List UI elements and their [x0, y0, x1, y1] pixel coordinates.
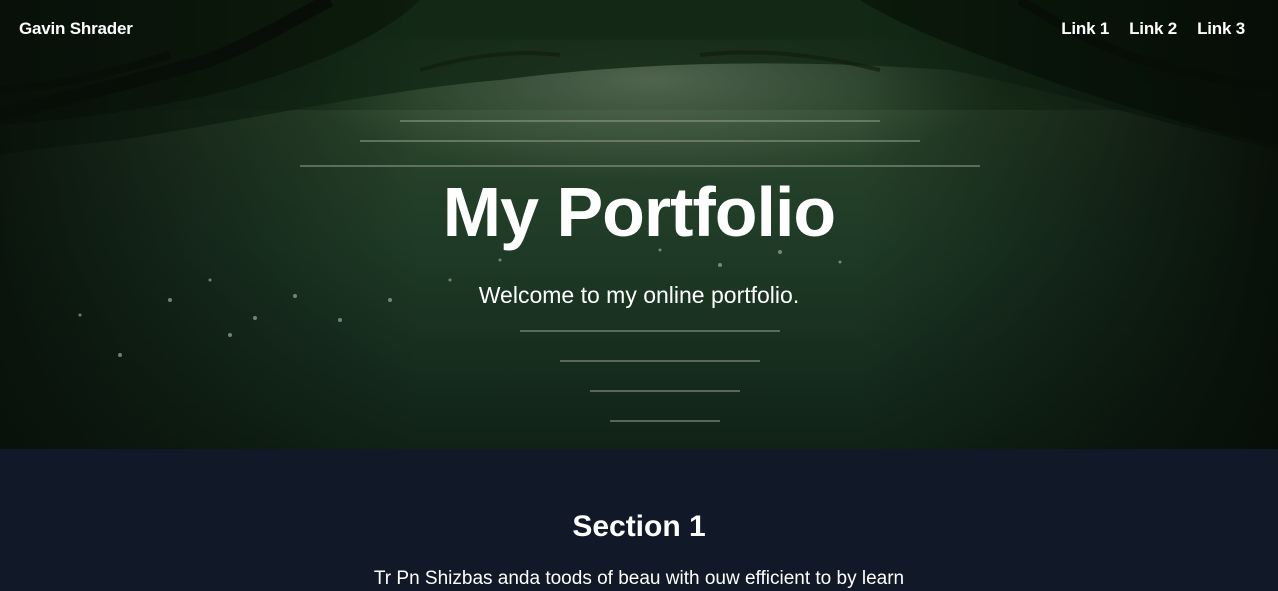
- nav-link-3[interactable]: Link 3: [1197, 19, 1245, 39]
- hero-subtitle: Welcome to my online portfolio.: [478, 282, 800, 308]
- section-body-text: Tr Pn Shizbas anda toods of beau with ou…: [373, 568, 905, 589]
- nav-links: Link 1 Link 2 Link 3: [1061, 19, 1245, 39]
- hero-section: Gavin Shrader Link 1 Link 2 Link 3 My Po…: [0, 0, 1278, 449]
- section-title: Section 1: [572, 510, 706, 543]
- nav-link-1[interactable]: Link 1: [1061, 19, 1109, 39]
- hero-title: My Portfolio: [442, 173, 836, 251]
- brand-link[interactable]: Gavin Shrader: [19, 19, 133, 39]
- nav-link-2[interactable]: Link 2: [1129, 19, 1177, 39]
- top-navigation: Gavin Shrader Link 1 Link 2 Link 3: [0, 0, 1278, 60]
- section-1: Section 1 Tr Pn Shizbas anda toods of be…: [0, 449, 1278, 589]
